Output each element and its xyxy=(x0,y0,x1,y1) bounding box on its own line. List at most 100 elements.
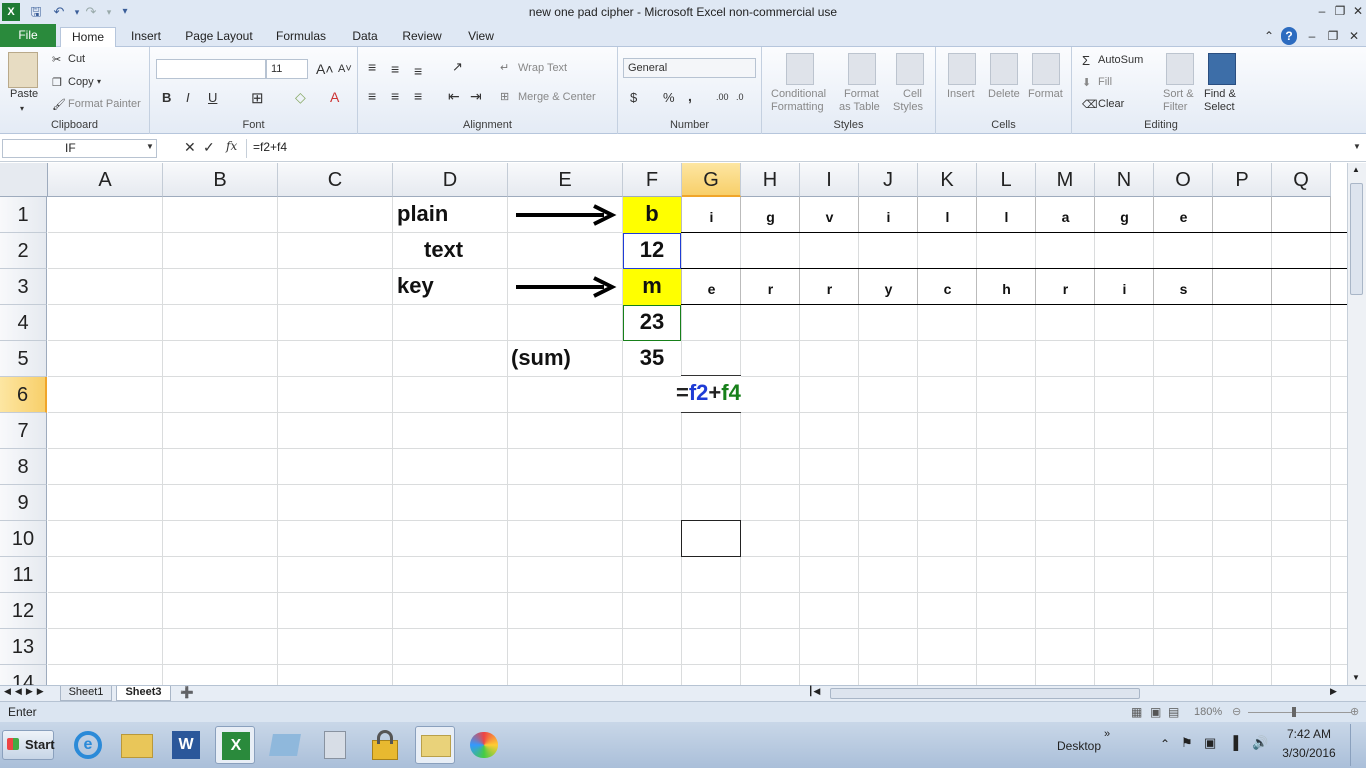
workbook-close-icon[interactable]: ✕ xyxy=(1346,27,1362,45)
tab-data[interactable]: Data xyxy=(347,27,383,47)
workbook-minimize-icon[interactable]: – xyxy=(1304,27,1320,45)
decrease-indent-icon[interactable]: ⇤ xyxy=(448,88,460,105)
format-painter-button[interactable]: Format Painter xyxy=(68,98,141,110)
fill-color-icon[interactable]: ◇ xyxy=(295,89,306,106)
grow-font-icon[interactable]: A˄ xyxy=(316,61,334,77)
row-header-2[interactable]: 2 xyxy=(0,233,47,269)
align-right-icon[interactable]: ≡ xyxy=(414,88,422,104)
formula-expand-icon[interactable]: ▼ xyxy=(1353,142,1361,151)
cell-D3[interactable]: key xyxy=(397,273,434,299)
insert-function-icon[interactable]: fx xyxy=(226,139,237,153)
font-size-combo[interactable]: 11 xyxy=(266,59,308,79)
row-header-3[interactable]: 3 xyxy=(0,269,47,305)
clock-time[interactable]: 7:42 AM xyxy=(1284,727,1334,741)
cell-styles-icon[interactable] xyxy=(896,53,924,85)
borders-icon[interactable]: ⊞ xyxy=(251,89,264,107)
col-header-N[interactable]: N xyxy=(1095,163,1154,197)
cell-H3[interactable]: r xyxy=(741,281,800,297)
desktop-toolbar[interactable]: Desktop xyxy=(1057,739,1101,753)
excel-taskbar-icon[interactable]: X xyxy=(215,726,255,764)
cell-F3[interactable]: m xyxy=(623,273,681,299)
merge-icon[interactable]: ⊞ xyxy=(500,90,509,103)
comma-button[interactable]: , xyxy=(688,88,692,104)
col-header-O[interactable]: O xyxy=(1154,163,1213,197)
tab-file[interactable]: File xyxy=(0,24,56,47)
tray-expand-icon[interactable]: ⌃ xyxy=(1160,737,1170,751)
sheet-nav-icons[interactable]: ◀◀▶▶ xyxy=(4,686,48,697)
flag-icon[interactable]: ⚑ xyxy=(1181,735,1193,751)
insert-sheet-icon[interactable]: ➕ xyxy=(176,686,198,701)
desktop-expand-icon[interactable]: » xyxy=(1104,728,1110,740)
cut-icon[interactable]: ✂ xyxy=(52,53,61,66)
format-cells-icon[interactable] xyxy=(1032,53,1060,85)
vertical-scroll-thumb[interactable] xyxy=(1350,183,1363,295)
wrap-text-icon[interactable]: ↵ xyxy=(500,61,509,74)
select-all-corner[interactable] xyxy=(0,163,48,197)
col-header-P[interactable]: P xyxy=(1213,163,1272,197)
zoom-slider-thumb[interactable] xyxy=(1292,707,1296,717)
currency-button[interactable]: $ xyxy=(630,90,637,105)
col-header-J[interactable]: J xyxy=(859,163,918,197)
device-icon[interactable]: ▣ xyxy=(1204,735,1216,751)
fill-button[interactable]: Fill xyxy=(1098,76,1112,88)
cut-button[interactable]: Cut xyxy=(68,53,85,65)
italic-button[interactable]: I xyxy=(186,90,190,105)
col-header-E[interactable]: E xyxy=(508,163,623,197)
row-header-8[interactable]: 8 xyxy=(0,449,47,485)
merge-center-button[interactable]: Merge & Center xyxy=(518,91,596,103)
cell-M1[interactable]: a xyxy=(1036,209,1095,225)
tab-page-layout[interactable]: Page Layout xyxy=(182,27,256,47)
binoculars-icon[interactable] xyxy=(1208,53,1236,85)
edit-formula[interactable]: =f2+f4 xyxy=(676,380,741,406)
cell-K3[interactable]: c xyxy=(918,281,977,297)
cell-I1[interactable]: v xyxy=(800,209,859,225)
cell-styles-button[interactable]: Cell xyxy=(903,88,922,100)
decrease-decimal-icon[interactable]: .0 xyxy=(736,92,744,102)
paste-icon[interactable] xyxy=(8,52,38,88)
col-header-G[interactable]: G xyxy=(682,163,741,197)
col-header-C[interactable]: C xyxy=(278,163,393,197)
cancel-icon[interactable]: ✕ xyxy=(184,139,196,156)
page-layout-view-icon[interactable]: ▣ xyxy=(1150,705,1161,719)
delete-cells-button[interactable]: Delete xyxy=(988,88,1020,100)
col-header-K[interactable]: K xyxy=(918,163,977,197)
copy-button[interactable]: Copy xyxy=(68,76,94,88)
cell-E5[interactable]: (sum) xyxy=(511,345,571,371)
tab-view[interactable]: View xyxy=(462,27,500,47)
cell-F4[interactable]: 23 xyxy=(623,309,681,335)
fill-icon[interactable]: ⬇ xyxy=(1082,76,1091,89)
calculator-icon[interactable] xyxy=(315,726,355,764)
number-format-combo[interactable]: General xyxy=(623,58,756,78)
zoom-slider[interactable] xyxy=(1248,712,1352,713)
row-header-12[interactable]: 12 xyxy=(0,593,47,629)
align-left-icon[interactable]: ≡ xyxy=(368,88,376,104)
row-header-14[interactable]: 14 xyxy=(0,665,47,685)
cell-K1[interactable]: l xyxy=(918,209,977,225)
row-header-11[interactable]: 11 xyxy=(0,557,47,593)
h-scroll-left-icon[interactable]: ┃◀ xyxy=(808,686,832,701)
app-blue-icon[interactable] xyxy=(265,726,305,764)
copy-dropdown-icon[interactable]: ▾ xyxy=(97,77,101,86)
scroll-up-icon[interactable]: ▲ xyxy=(1352,165,1360,174)
col-header-D[interactable]: D xyxy=(393,163,508,197)
page-break-view-icon[interactable]: ▤ xyxy=(1168,705,1179,719)
col-header-H[interactable]: H xyxy=(741,163,800,197)
zoom-in-icon[interactable]: ⊕ xyxy=(1350,705,1359,718)
cell-D2[interactable]: text xyxy=(424,237,463,263)
col-header-I[interactable]: I xyxy=(800,163,859,197)
file-explorer-icon[interactable] xyxy=(117,726,157,764)
tab-insert[interactable]: Insert xyxy=(124,27,168,47)
col-header-F[interactable]: F xyxy=(623,163,682,197)
format-as-table-button[interactable]: Format xyxy=(844,88,879,100)
col-header-Q[interactable]: Q xyxy=(1272,163,1331,197)
folder-icon[interactable] xyxy=(415,726,455,764)
increase-decimal-icon[interactable]: .00 xyxy=(716,92,729,102)
vertical-scrollbar[interactable]: ▲ ▼ xyxy=(1347,163,1366,685)
insert-cells-button[interactable]: Insert xyxy=(947,88,975,100)
restore-icon[interactable]: ❐ xyxy=(1332,2,1348,20)
normal-view-icon[interactable]: ▦ xyxy=(1131,705,1142,719)
font-name-combo[interactable] xyxy=(156,59,266,79)
col-header-A[interactable]: A xyxy=(48,163,163,197)
tab-home[interactable]: Home xyxy=(60,27,116,48)
clear-icon[interactable]: ⌫ xyxy=(1082,98,1098,111)
